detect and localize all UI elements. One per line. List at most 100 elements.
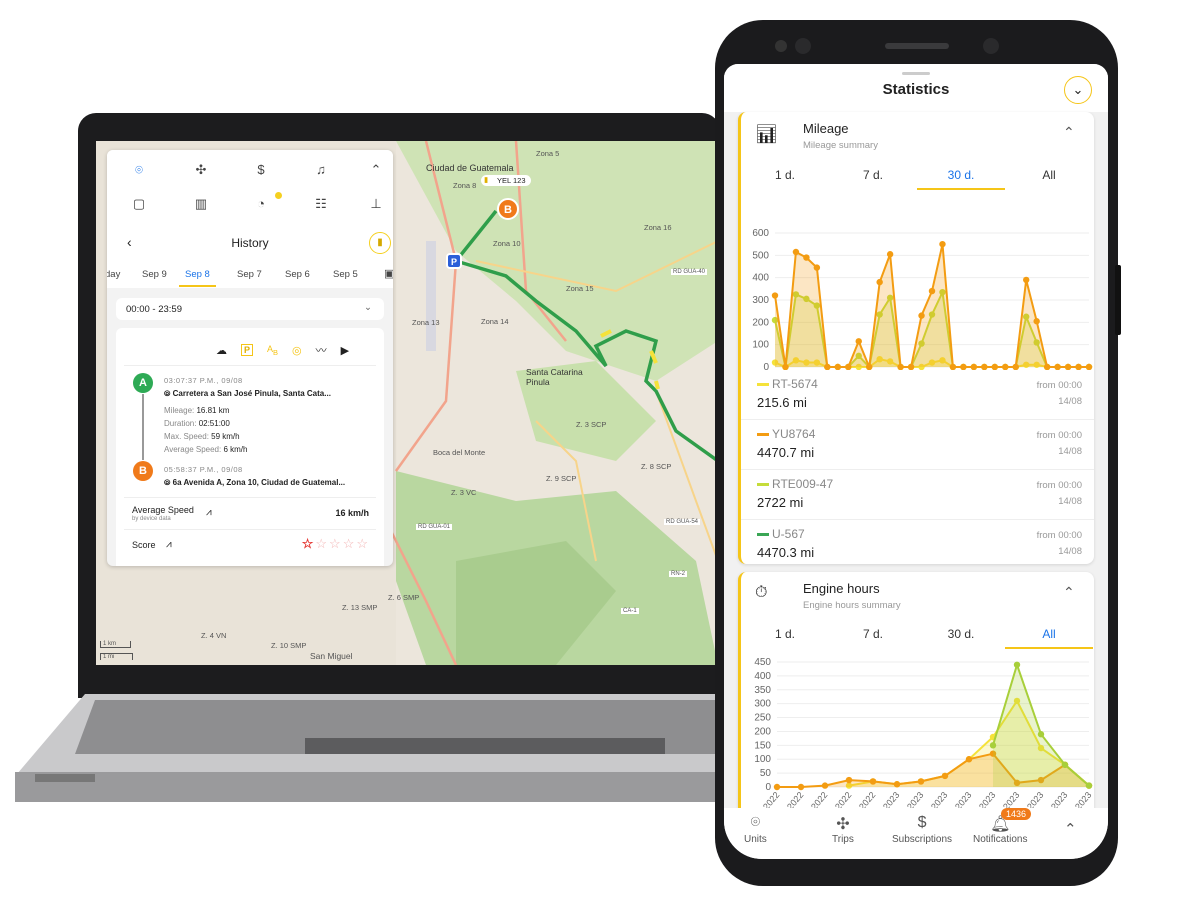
tasks-icon[interactable]: ☷ — [311, 196, 331, 212]
score-label: Score — [132, 540, 156, 550]
legend-row[interactable]: U-567 4470.3 mi from 00:00 14/08 — [741, 520, 1094, 570]
legend-row[interactable]: RT-5674 215.6 mi from 00:00 14/08 — [741, 370, 1094, 420]
maintenance-icon[interactable]: ◔ — [251, 196, 271, 211]
bottom-nav: ⌾ Units ✣ Trips $ Subscriptions 🔔︎ Notificat… — [724, 808, 1108, 859]
data-point — [941, 772, 949, 780]
drag-handle[interactable] — [902, 72, 930, 75]
car-icon[interactable]: ▮ — [369, 232, 391, 254]
map-label: Z. 8 SCP — [641, 462, 672, 471]
dollar-icon[interactable]: $ — [251, 162, 271, 177]
engine-hours-chart: 0501001502002503003504004502022 2022 2022 2… — [754, 657, 1093, 812]
laptop-base — [15, 694, 720, 802]
time-range-value: 00:00 - 23:59 — [126, 304, 182, 315]
bar-chart-icon: 📊︎ — [755, 124, 778, 144]
tab-7d[interactable]: 7 d. — [829, 168, 917, 182]
nav-units[interactable]: ⌾ Units — [744, 814, 767, 845]
data-point — [792, 248, 800, 256]
stat-max-speed: Max. Speed: 59 km/h — [164, 430, 247, 443]
tab-all[interactable]: All — [1005, 627, 1093, 649]
mileage-chart: 010020030040050060014/0816/0818/0820/082… — [752, 228, 1094, 370]
tab-date[interactable]: Sep 9 — [142, 269, 167, 280]
pin-icon[interactable]: ⊥ — [366, 196, 386, 212]
from-time: from 00:00 — [1036, 380, 1082, 391]
map-label: Z. 9 SCP — [546, 474, 577, 483]
tab-30d[interactable]: 30 d. — [917, 168, 1005, 190]
y-tick-label: 50 — [760, 768, 772, 779]
card-subtitle: Mileage summary — [803, 140, 878, 151]
map-label: RD GUA-40 — [671, 269, 708, 275]
legend-swatch — [757, 483, 769, 487]
track-icon[interactable]: 〰 — [316, 342, 327, 358]
data-point — [803, 254, 810, 261]
tab-date[interactable]: day — [107, 269, 120, 280]
car-icon: ▮ — [484, 175, 489, 184]
card-subtitle: Engine hours summary — [803, 600, 901, 611]
nav-notifications[interactable]: 🔔︎ Notifications 1436 — [973, 808, 1032, 845]
map-label: Z. 13 SMP — [342, 603, 378, 612]
tab-date[interactable]: Sep 7 — [237, 269, 262, 280]
ab-icon[interactable]: AB — [267, 344, 278, 357]
unit-name: YU8764 — [772, 427, 816, 441]
chart-icon[interactable]: ⩘ — [166, 539, 172, 550]
data-point — [821, 782, 829, 789]
score-star: ☆ — [342, 536, 357, 551]
map-label: Z. 4 VN — [201, 631, 227, 640]
from-time: from 00:00 — [1036, 530, 1082, 541]
start-time: 03:07:37 P.M., 09/08 — [164, 376, 243, 385]
from-date: 14/08 — [1058, 446, 1082, 457]
play-icon[interactable]: ▶ — [341, 344, 349, 357]
tab-1d[interactable]: 1 d. — [741, 627, 829, 641]
chevron-down-icon[interactable]: ⌄ — [1064, 76, 1092, 104]
time-range-select[interactable]: 00:00 - 23:59 ⌄ — [116, 298, 384, 320]
app-header: Statistics ⌄ — [724, 64, 1108, 112]
marker-b[interactable]: B — [497, 198, 519, 220]
y-tick-label: 100 — [754, 754, 771, 765]
stat-duration: Duration: 02:51:00 — [164, 417, 247, 430]
tab-date[interactable]: Sep 5 — [333, 269, 358, 280]
reports-icon[interactable]: ▥ — [191, 196, 211, 212]
end-address-text: 6a Avenida A, Zona 10, Ciudad de Guatema… — [172, 478, 346, 487]
tab-all[interactable]: All — [1005, 168, 1093, 182]
location-pin-icon[interactable]: ⌾ — [129, 162, 149, 178]
stat-key: Max. Speed: — [164, 432, 212, 441]
nav-subscriptions[interactable]: $ Subscriptions — [892, 814, 952, 845]
chevron-up-circle-icon[interactable]: ⌃ — [366, 162, 386, 178]
trips-icon[interactable]: ✣ — [191, 162, 211, 178]
nav-trips[interactable]: ✣ Trips — [832, 814, 854, 845]
engine-hours-card: ⏱︎ Engine hours Engine hours summary ⌃ 1… — [738, 572, 1094, 832]
data-point — [1085, 782, 1093, 789]
play-circle-icon[interactable]: ◎ — [292, 344, 302, 357]
bell-icon[interactable]: ♫ — [311, 162, 331, 177]
collapse-icon[interactable]: ⌃ — [1063, 584, 1075, 601]
chevron-up-circle-icon[interactable]: ⌃ — [1064, 820, 1077, 838]
score-star: ☆ — [301, 536, 316, 551]
tab-7d[interactable]: 7 d. — [829, 627, 917, 641]
stat-avg-speed: Average Speed: 6 km/h — [164, 443, 247, 456]
map-label: Z. 3 VC — [451, 488, 477, 497]
collapse-icon[interactable]: ⌃ — [1063, 124, 1075, 141]
parking-marker[interactable]: P — [446, 253, 462, 269]
unit-mileage: 215.6 mi — [757, 395, 807, 410]
y-tick-label: 0 — [763, 362, 769, 370]
tab-1d[interactable]: 1 d. — [741, 168, 829, 182]
tab-30d[interactable]: 30 d. — [917, 627, 1005, 641]
unit-name: U-567 — [772, 527, 805, 541]
geofence-icon[interactable]: ▢ — [129, 196, 149, 212]
data-point — [1037, 731, 1045, 738]
legend-row[interactable]: RTE009-47 2722 mi from 00:00 14/08 — [741, 470, 1094, 520]
calendar-icon[interactable]: ▣ — [384, 267, 393, 280]
score-star: ☆ — [329, 536, 343, 551]
cloud-download-icon[interactable]: ☁ — [216, 344, 227, 357]
vehicle-marker[interactable]: YEL 123 ▮ — [481, 175, 531, 186]
legend-row[interactable]: YU8764 4470.7 mi from 00:00 14/08 — [741, 420, 1094, 470]
parking-icon[interactable]: P — [241, 344, 254, 356]
tab-date[interactable]: Sep 6 — [285, 269, 310, 280]
data-point — [886, 251, 894, 258]
tab-date-active[interactable]: Sep 8 — [179, 269, 216, 287]
chart-icon[interactable]: ⩘ — [206, 507, 212, 518]
map-label: RD GUA-54 — [664, 519, 701, 525]
from-date: 14/08 — [1058, 396, 1082, 407]
vehicle-label: YEL 123 — [497, 176, 526, 185]
end-address: ⦾ 6a Avenida A, Zona 10, Ciudad de Guate… — [164, 478, 346, 487]
notification-badge: 1436 — [1001, 808, 1032, 820]
